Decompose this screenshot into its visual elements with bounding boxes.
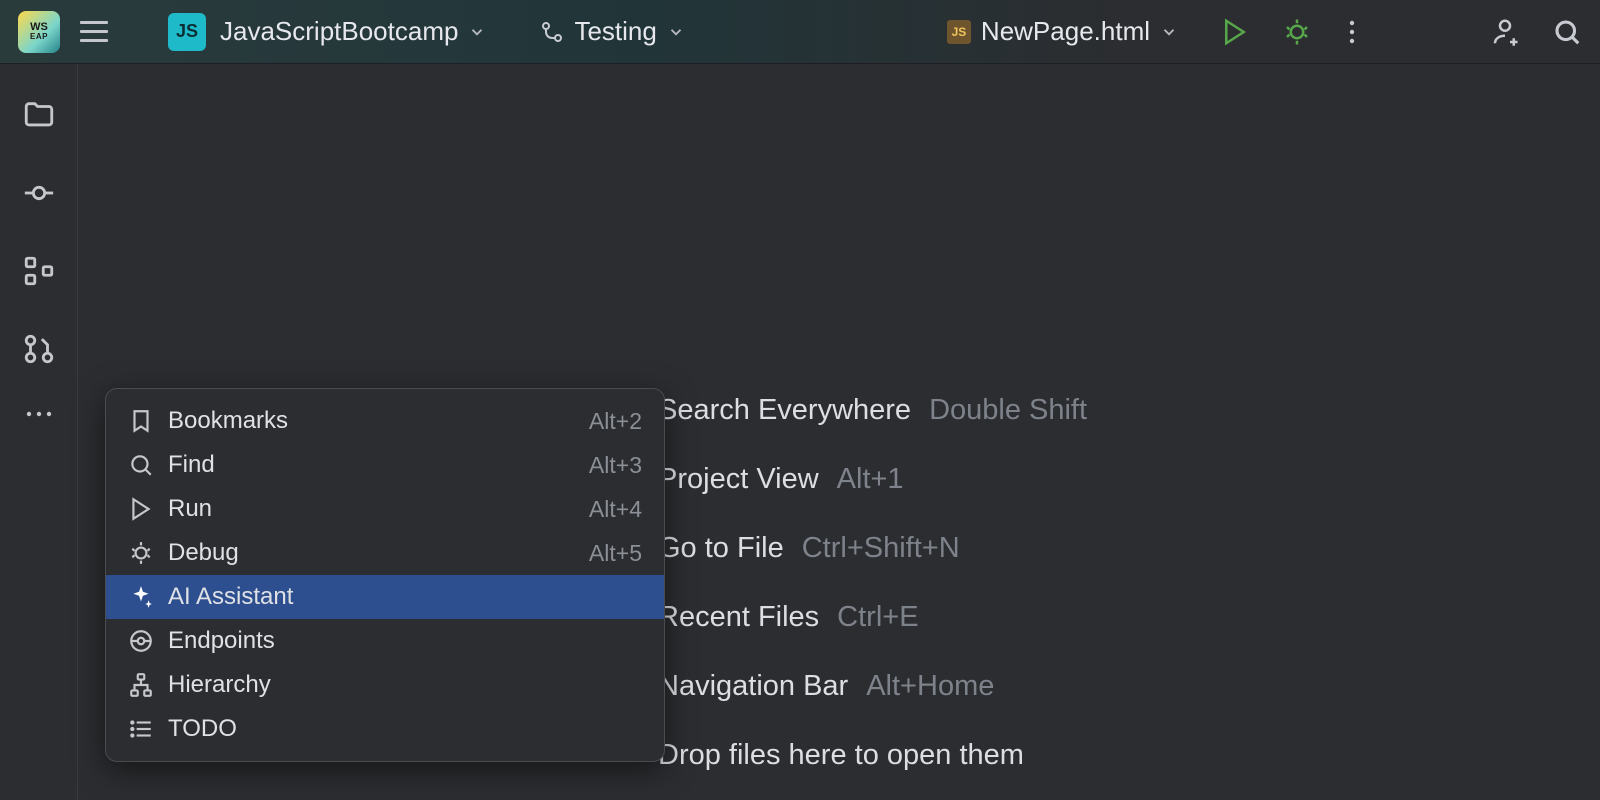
run-button[interactable]: [1220, 17, 1250, 47]
menu-item-ai-assistant[interactable]: AI Assistant: [106, 575, 664, 619]
chevron-down-icon: [667, 23, 685, 41]
welcome-row: Recent FilesCtrl+E: [658, 601, 1087, 634]
menu-item-endpoints[interactable]: Endpoints: [106, 619, 664, 663]
structure-tool-button[interactable]: [22, 254, 56, 288]
list-icon: [128, 716, 154, 742]
search-icon: [128, 452, 154, 478]
play-icon: [128, 496, 154, 522]
debug-button[interactable]: [1282, 17, 1312, 47]
commit-tool-button[interactable]: [22, 176, 56, 210]
menu-item-label: Endpoints: [168, 627, 642, 655]
menu-item-label: Hierarchy: [168, 671, 642, 699]
endpoint-icon: [128, 628, 154, 654]
welcome-row: Drop files here to open them: [658, 739, 1087, 772]
current-file-selector[interactable]: JS NewPage.html: [947, 16, 1178, 47]
menu-item-label: Debug: [168, 539, 575, 567]
menu-item-shortcut: Alt+5: [589, 540, 642, 567]
project-tool-button[interactable]: [22, 98, 56, 132]
sparkle-icon: [128, 584, 154, 610]
app-logo-line2: EAP: [30, 33, 48, 41]
title-bar: WS EAP JS JavaScriptBootcamp Testing JS …: [0, 0, 1600, 64]
menu-item-bookmarks[interactable]: Bookmarks Alt+2: [106, 399, 664, 443]
app-logo[interactable]: WS EAP: [18, 11, 60, 53]
welcome-row: Project ViewAlt+1: [658, 463, 1087, 496]
left-tool-rail: [0, 64, 78, 800]
menu-item-label: Bookmarks: [168, 407, 575, 435]
welcome-row: Navigation BarAlt+Home: [658, 670, 1087, 703]
chevron-down-icon: [468, 23, 486, 41]
project-icon: JS: [168, 13, 206, 51]
welcome-row: Go to FileCtrl+Shift+N: [658, 532, 1087, 565]
menu-item-todo[interactable]: TODO: [106, 707, 664, 751]
run-config-label: Testing: [574, 16, 656, 47]
run-config-selector[interactable]: Testing: [540, 16, 684, 47]
more-tools-button[interactable]: [24, 410, 54, 418]
menu-item-shortcut: Alt+3: [589, 452, 642, 479]
project-name-label: JavaScriptBootcamp: [220, 16, 458, 47]
menu-item-hierarchy[interactable]: Hierarchy: [106, 663, 664, 707]
pull-requests-tool-button[interactable]: [22, 332, 56, 366]
menu-item-shortcut: Alt+4: [589, 496, 642, 523]
menu-item-find[interactable]: Find Alt+3: [106, 443, 664, 487]
menu-item-shortcut: Alt+2: [589, 408, 642, 435]
tool-windows-popup: Bookmarks Alt+2 Find Alt+3 Run Alt+4 Debug Alt+…: [105, 388, 665, 762]
hierarchy-icon: [128, 672, 154, 698]
main-menu-button[interactable]: [74, 15, 114, 48]
js-file-icon: JS: [947, 20, 971, 44]
welcome-row: Search EverywhereDouble Shift: [658, 394, 1087, 427]
menu-item-label: Find: [168, 451, 575, 479]
chevron-down-icon: [1160, 23, 1178, 41]
bookmark-icon: [128, 408, 154, 434]
menu-item-label: AI Assistant: [168, 583, 642, 611]
current-file-label: NewPage.html: [981, 16, 1150, 47]
menu-item-run[interactable]: Run Alt+4: [106, 487, 664, 531]
menu-item-debug[interactable]: Debug Alt+5: [106, 531, 664, 575]
search-everywhere-button[interactable]: [1552, 17, 1582, 47]
bug-icon: [128, 540, 154, 566]
more-actions-button[interactable]: [1348, 17, 1356, 47]
project-selector[interactable]: JavaScriptBootcamp: [220, 16, 486, 47]
welcome-hints: Search EverywhereDouble Shift Project Vi…: [658, 394, 1087, 772]
menu-item-label: Run: [168, 495, 575, 523]
menu-item-label: TODO: [168, 715, 642, 743]
code-with-me-button[interactable]: [1490, 17, 1520, 47]
branch-icon: [540, 20, 564, 44]
